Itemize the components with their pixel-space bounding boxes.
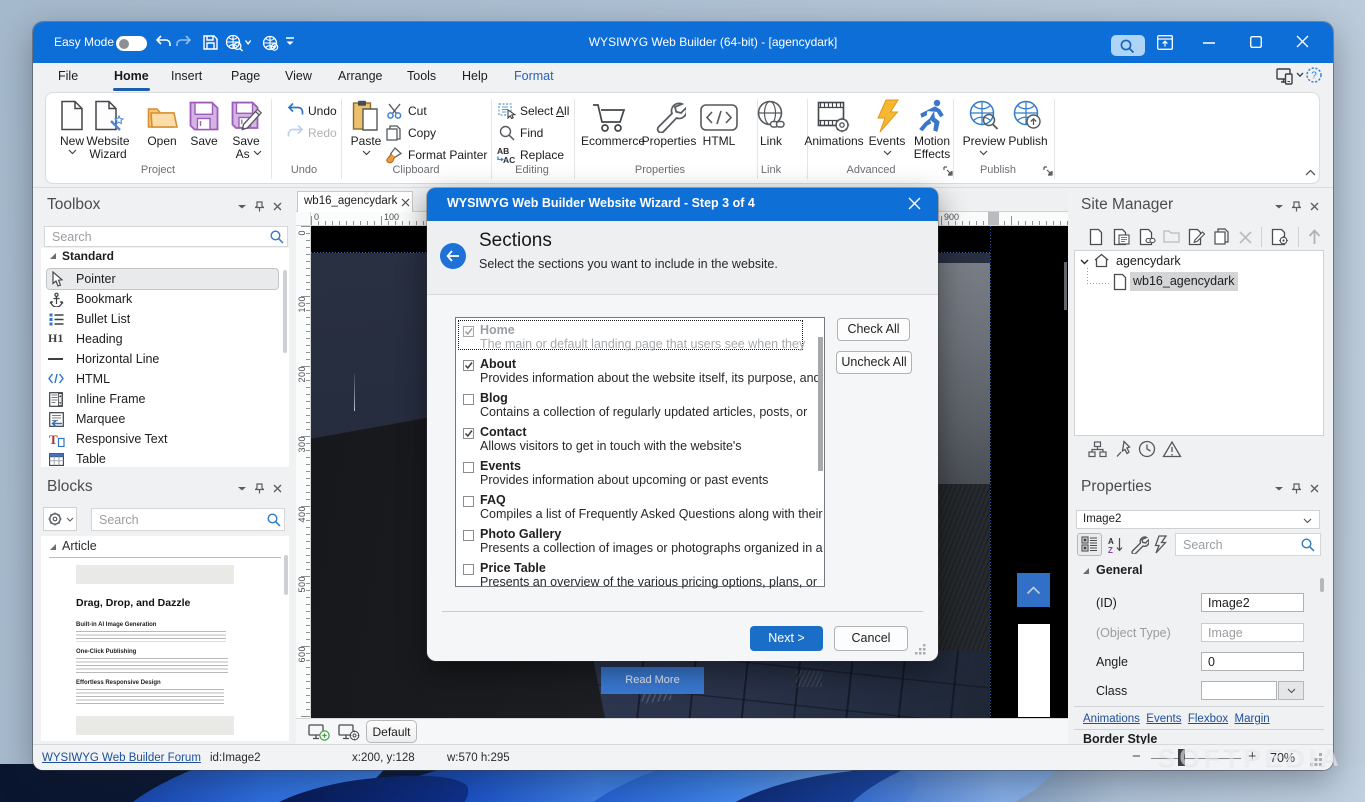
svg-text:?: ? — [1311, 71, 1317, 82]
svg-text:AC: AC — [503, 155, 515, 164]
svg-text:Z: Z — [1108, 546, 1113, 554]
svg-text:A: A — [1108, 537, 1114, 546]
svg-text:T: T — [49, 432, 58, 447]
